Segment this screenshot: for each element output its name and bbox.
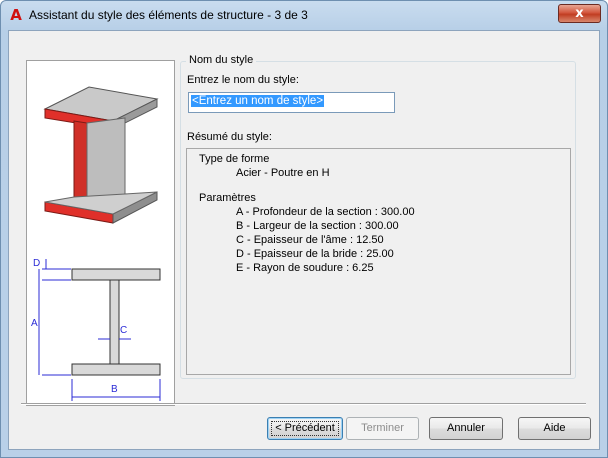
style-name-label: Entrez le nom du style:	[187, 74, 299, 86]
parameters-heading: Paramètres	[199, 192, 256, 204]
dim-label-d: D	[33, 258, 40, 269]
close-button[interactable]: x	[558, 4, 601, 23]
h-beam-illustration: D A C B	[31, 86, 161, 401]
groupbox-title: Nom du style	[186, 54, 257, 66]
dialog-client-area: D A C B Nom du style Entrez le nom du st…	[8, 30, 600, 450]
h-beam-3d-icon	[43, 86, 159, 224]
finish-button[interactable]: Terminer	[346, 417, 419, 440]
window-title: Assistant du style des éléments de struc…	[29, 8, 308, 22]
finish-button-label: Terminer	[361, 422, 404, 434]
dialog-window: A Assistant du style des éléments de str…	[0, 0, 608, 458]
previous-button[interactable]: < Précédent	[267, 417, 343, 440]
parameter-line: D - Epaisseur de la bride : 25.00	[236, 248, 394, 260]
h-beam-section-diagram	[71, 268, 161, 376]
style-summary-box: Type de forme Acier - Poutre en H Paramè…	[186, 148, 571, 375]
summary-label: Résumé du style:	[187, 131, 272, 143]
dim-label-b: B	[111, 384, 118, 395]
previous-button-label: < Précédent	[275, 422, 335, 434]
parameter-line: E - Rayon de soudure : 6.25	[236, 262, 374, 274]
style-name-input[interactable]: <Entrez un nom de style>	[188, 92, 395, 113]
shape-type-value: Acier - Poutre en H	[236, 167, 330, 179]
style-name-input-value: <Entrez un nom de style>	[191, 95, 325, 107]
autocad-app-icon: A	[10, 6, 22, 24]
dim-label-c: C	[120, 325, 127, 336]
parameter-line: B - Largeur de la section : 300.00	[236, 220, 399, 232]
cancel-button[interactable]: Annuler	[429, 417, 503, 440]
button-separator	[21, 403, 586, 405]
title-bar[interactable]: A Assistant du style des éléments de str…	[1, 1, 607, 29]
profile-image-panel: D A C B	[26, 60, 175, 406]
help-button[interactable]: Aide	[518, 417, 591, 440]
close-icon: x	[575, 6, 584, 21]
parameter-line: C - Epaisseur de l'âme : 12.50	[236, 234, 384, 246]
help-button-label: Aide	[543, 422, 566, 434]
parameter-line: A - Profondeur de la section : 300.00	[236, 206, 415, 218]
dim-label-a: A	[31, 318, 38, 329]
cancel-button-label: Annuler	[447, 422, 485, 434]
shape-type-heading: Type de forme	[199, 153, 270, 165]
